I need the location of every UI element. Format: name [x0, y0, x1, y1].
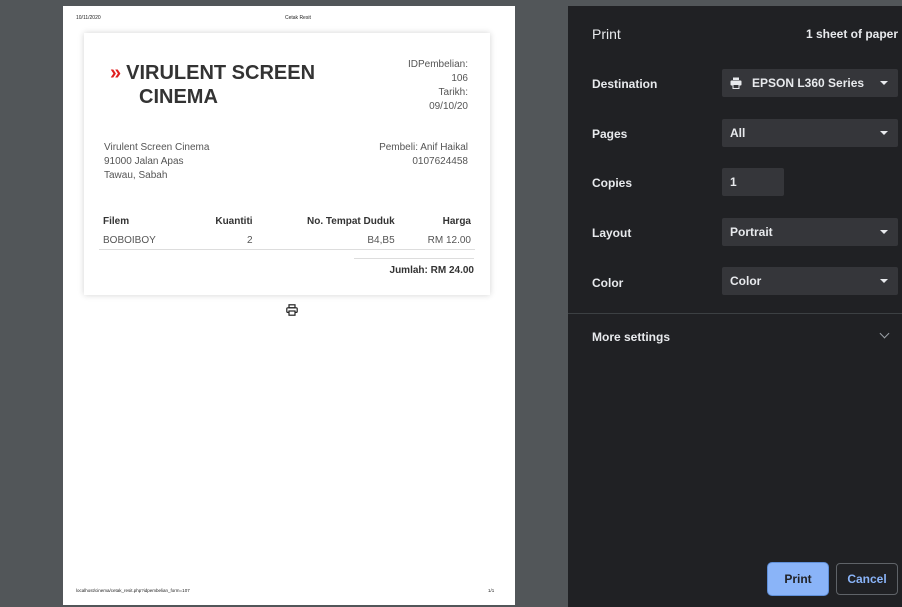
items-table: Filem Kuantiti No. Tempat Duduk Harga BO… [99, 211, 475, 250]
chevron-down-icon [880, 81, 888, 85]
receipt-total: Jumlah: RM 24.00 [354, 258, 474, 276]
page-footer-number: 1/1 [488, 588, 495, 593]
printer-icon [730, 77, 742, 89]
pages-select[interactable]: All [722, 119, 898, 147]
panel-title: Print [592, 26, 621, 42]
logo-line2: CINEMA [139, 86, 218, 108]
receipt-meta: IDPembelian: 106 Tarikh: 09/10/20 [408, 58, 468, 114]
cell-harga: RM 12.00 [398, 232, 475, 250]
date-value: 09/10/20 [429, 101, 468, 112]
print-preview-area: 10/11/2020 Cetak Resit » VIRULENT SCREEN … [0, 0, 568, 607]
table-header-row: Filem Kuantiti No. Tempat Duduk Harga [99, 211, 475, 232]
destination-value: EPSON L360 Series [752, 76, 865, 90]
logo-chevron-icon: » [110, 62, 121, 84]
layout-value: Portrait [730, 225, 773, 239]
buyer-name: Pembeli: Anif Haikal [379, 142, 468, 153]
destination-label: Destination [592, 77, 658, 91]
print-settings-panel: Print 1 sheet of paper Destination EPSON… [568, 0, 902, 607]
print-button[interactable]: Print [768, 563, 828, 595]
panel-top-strip [568, 0, 902, 6]
color-value: Color [730, 274, 762, 288]
layout-select[interactable]: Portrait [722, 218, 898, 246]
color-label: Color [592, 276, 624, 290]
table-row: BOBOIBOY 2 B4,B5 RM 12.00 [99, 232, 475, 250]
more-settings-toggle[interactable]: More settings [592, 330, 670, 344]
id-value: 106 [451, 73, 468, 84]
buyer-info: Pembeli: Anif Haikal 0107624458 [379, 141, 468, 169]
buyer-phone: 0107624458 [412, 156, 468, 167]
chevron-down-icon [880, 279, 888, 283]
column-header-kuantiti: Kuantiti [215, 216, 253, 227]
address-line: Tawau, Sabah [104, 170, 168, 181]
cinema-logo: » VIRULENT SCREEN CINEMA [110, 61, 370, 109]
layout-label: Layout [592, 226, 632, 240]
column-header-filem: Filem [103, 216, 130, 227]
address-line: Virulent Screen Cinema [104, 142, 210, 153]
divider [568, 313, 902, 314]
copies-label: Copies [592, 176, 633, 190]
page-footer-url: localhost/cinema/cetak_resit.php?idpembe… [76, 588, 190, 593]
chevron-down-icon [880, 230, 888, 234]
preview-page: 10/11/2020 Cetak Resit » VIRULENT SCREEN … [63, 6, 515, 605]
column-header-tempat: No. Tempat Duduk [307, 216, 395, 227]
cinema-address: Virulent Screen Cinema 91000 Jalan Apas … [104, 141, 209, 183]
color-select[interactable]: Color [722, 267, 898, 295]
destination-select[interactable]: EPSON L360 Series [722, 69, 898, 97]
page-header-date: 10/11/2020 [76, 15, 101, 21]
column-header-harga: Harga [442, 216, 471, 227]
address-line: 91000 Jalan Apas [104, 156, 184, 167]
chevron-down-icon[interactable] [879, 328, 890, 339]
copies-input[interactable]: 1 [722, 168, 784, 196]
chevron-down-icon [880, 131, 888, 135]
pages-label: Pages [592, 127, 628, 141]
date-label: Tarikh: [438, 87, 468, 98]
pages-value: All [730, 126, 746, 140]
cell-filem: BOBOIBOY [99, 232, 190, 250]
cell-kuantiti: 2 [189, 232, 257, 250]
sheet-count: 1 sheet of paper [805, 27, 898, 41]
cancel-button[interactable]: Cancel [836, 563, 898, 595]
page-header-title: Cetak Resit [285, 15, 311, 21]
logo-line1: VIRULENT SCREEN [126, 62, 316, 84]
printer-icon[interactable] [286, 304, 298, 316]
cell-tempat: B4,B5 [256, 232, 399, 250]
receipt-card: » VIRULENT SCREEN CINEMA IDPembelian: 106… [84, 33, 490, 295]
id-label: IDPembelian: [407, 59, 468, 70]
